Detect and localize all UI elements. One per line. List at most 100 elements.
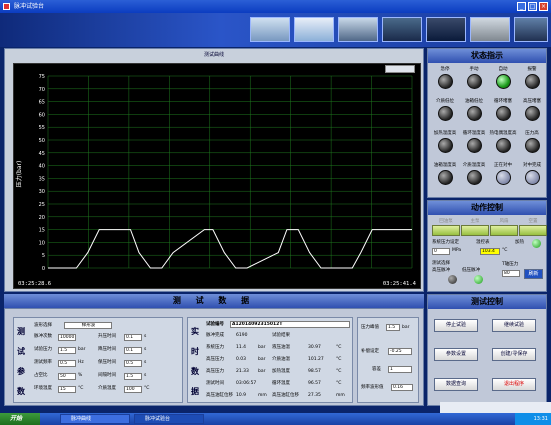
banner-image-lab (514, 17, 548, 42)
heat-label: 加热 (515, 240, 524, 245)
indicator-led (437, 74, 453, 89)
y-tick-label: 65 (39, 100, 45, 106)
indicator-label: 手动 (469, 67, 479, 72)
exit-program-button[interactable]: 退出程序 (492, 378, 536, 391)
app-icon (3, 3, 10, 10)
data-section-title: 测 试 数 据 (4, 294, 424, 308)
status-panel: 状态指示 急停 手动 自动 报警 介质低位 油箱低位 循环堵塞 高压堵塞 加热温度高 循环温度高热… (427, 48, 547, 198)
switch-return-pump[interactable]: 回油泵 (432, 218, 460, 236)
status-indicator: 急停 (431, 66, 459, 89)
realtime-value: 101.27 (308, 356, 332, 363)
realtime-unit: °C (336, 381, 342, 386)
banner-image-machine (470, 17, 510, 42)
realtime-value: 96.57 (308, 380, 332, 387)
realtime-label: 高压压力 (206, 369, 224, 374)
ime-toolbar[interactable] (440, 402, 551, 413)
param-value[interactable]: 100 (124, 386, 142, 393)
y-tick-label: 20 (39, 215, 45, 221)
graph-palette-toolbar[interactable] (385, 65, 415, 73)
indicator-label: 报警 (527, 67, 537, 72)
status-indicator: 高压堵塞 (518, 98, 546, 121)
limit-pressure-label: T轴压力 (502, 262, 519, 267)
param-unit: s (144, 334, 147, 339)
param-value[interactable]: 0.5 (124, 360, 142, 367)
switch-label: 空置 (528, 219, 538, 224)
param-unit: s (144, 347, 147, 352)
param-value[interactable]: 0.1 (124, 334, 142, 341)
realtime-unit: bar (258, 357, 266, 362)
test-control-panel: 测试控制 停止试验 继续试验 参数设置 创建/寻保存 数据查询 退出程序 (427, 294, 547, 406)
refresh-button[interactable]: 刷新 (524, 269, 543, 279)
low-pulse-option[interactable]: 低压脉冲 (462, 267, 480, 275)
realtime-unit: °C (336, 345, 342, 350)
realtime-unit: °C (336, 369, 342, 374)
high-pulse-option[interactable]: 高压脉冲 (432, 267, 450, 275)
realtime-unit: °C (336, 357, 342, 362)
serial-label: 试验编号 (206, 322, 224, 327)
comp-label: 补偿设定 (361, 349, 379, 354)
param-value[interactable]: 1.5 (124, 373, 142, 380)
switch-fan[interactable]: 风扇 (490, 218, 518, 236)
start-button[interactable]: 开始 (0, 413, 40, 425)
y-axis-title: 压力(bar) (15, 161, 23, 188)
realtime-value: 27.35 (308, 392, 332, 399)
indicator-label: 油箱低位 (465, 99, 483, 104)
indicator-label: 油箱温度高 (433, 163, 457, 168)
param-label: 脉冲次数 (34, 334, 52, 339)
header-banner (0, 13, 551, 47)
switch-spare[interactable]: 空置 (519, 218, 547, 236)
param-value[interactable]: 1.5 (58, 347, 76, 354)
wave-select-dropdown[interactable]: 梯形波 (64, 322, 112, 329)
freq-input[interactable]: 0.16 (391, 384, 413, 391)
switch-label: 回油泵 (439, 219, 453, 224)
indicator-led (524, 106, 540, 121)
realtime-value: 98.57 (308, 368, 332, 375)
data-query-button[interactable]: 数据查询 (434, 378, 478, 391)
indicator-label: 热电偶温度高 (489, 131, 517, 136)
param-value[interactable]: 0.5 (58, 360, 76, 367)
y-tick-label: 45 (39, 151, 45, 157)
stop-test-button[interactable]: 停止试验 (434, 319, 478, 332)
banner-image-aircraft (294, 17, 334, 42)
realtime-label: 介质油温 (272, 357, 290, 362)
serial-value: A12014092315012T (230, 321, 350, 328)
status-indicator: 介质温度高 (460, 162, 488, 185)
realtime-label: 液压油温 (272, 345, 290, 350)
y-tick-label: 5 (42, 253, 45, 259)
param-value[interactable]: 10000 (58, 334, 76, 341)
realtime-title: 实时数据 (191, 327, 199, 396)
maximize-button[interactable]: □ (528, 2, 537, 11)
freq-label: 频率波形值 (361, 385, 384, 390)
indicator-label: 加热温度高 (433, 131, 457, 136)
continue-test-button[interactable]: 继续试验 (492, 319, 536, 332)
action-panel-title: 动作控制 (428, 201, 546, 215)
taskbar-item-testbench[interactable]: 脉冲试验台 (134, 414, 204, 424)
pressure-unit: MPa (452, 248, 462, 253)
banner-image-engine (426, 17, 466, 42)
create-save-button[interactable]: 创建/寻保存 (492, 348, 536, 361)
status-indicator: 热电偶温度高 (489, 130, 517, 153)
tol-input[interactable]: 1 (388, 366, 412, 373)
test-control-title: 测试控制 (428, 295, 546, 309)
param-label: 保压时间 (98, 360, 116, 365)
taskbar-item-curve[interactable]: 脉冲曲线 (60, 414, 130, 424)
heat-indicator-led (532, 239, 541, 248)
peak-value: 1.5 (386, 324, 400, 331)
status-indicator: 加热温度高 (431, 130, 459, 153)
realtime-value: 0.03 (236, 356, 256, 363)
param-value[interactable]: 50 (58, 373, 76, 380)
indicator-led (466, 106, 482, 121)
indicator-label: 压力高 (525, 131, 539, 136)
param-value[interactable]: 0.1 (124, 347, 142, 354)
param-value[interactable]: 15 (58, 386, 76, 393)
minimize-button[interactable]: _ (517, 2, 526, 11)
switch-main-pump[interactable]: 主泵 (461, 218, 489, 236)
limit-pressure-input[interactable]: 80 (502, 270, 520, 277)
pressure-set-input[interactable]: 0 (432, 248, 450, 255)
comp-input[interactable]: -0.25 (388, 348, 412, 355)
y-tick-label: 15 (39, 228, 45, 234)
realtime-value: 10.9 (236, 392, 256, 399)
close-button[interactable]: × (539, 2, 548, 11)
param-settings-button[interactable]: 参数设置 (434, 348, 478, 361)
banner-image-jet (338, 17, 378, 42)
